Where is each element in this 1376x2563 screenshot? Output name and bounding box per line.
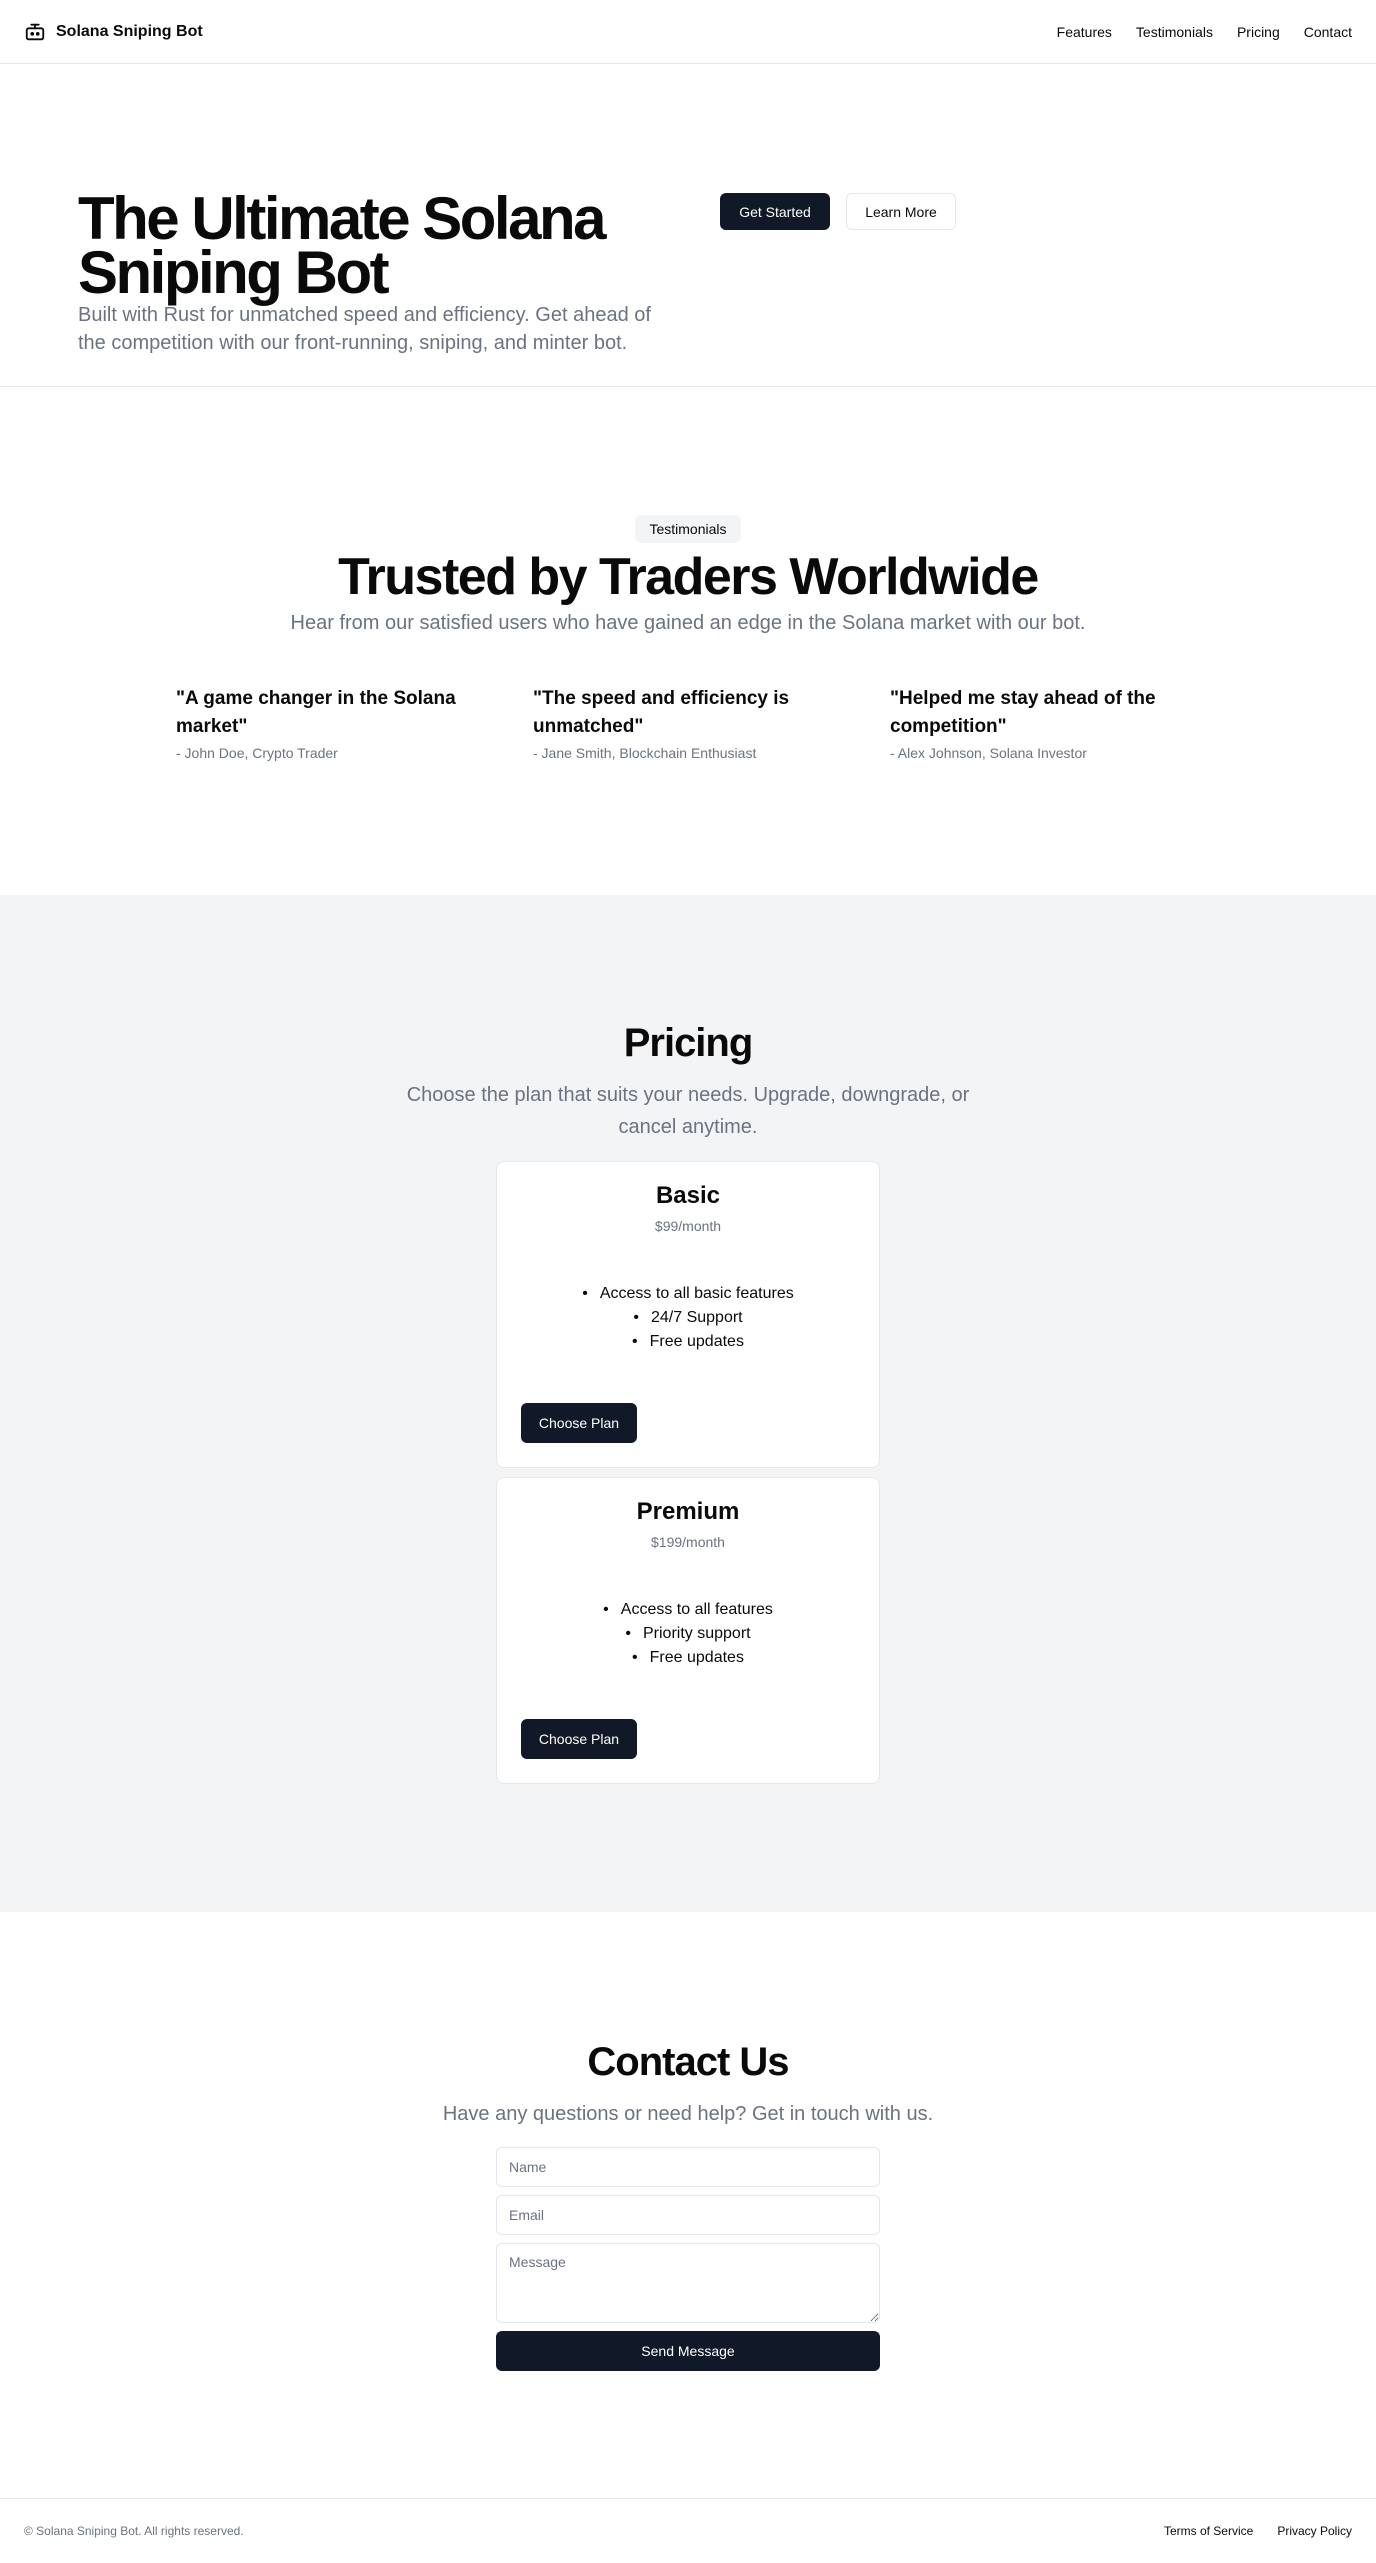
pricing-subtitle: Choose the plan that suits your needs. U… xyxy=(406,1084,970,1138)
testimonial-card: "Helped me stay ahead of the competition… xyxy=(890,685,1200,761)
plan-features: Access to all basic features 24/7 Suppor… xyxy=(497,1282,879,1354)
contact-subtitle: Have any questions or need help? Get in … xyxy=(442,2103,934,2125)
privacy-link[interactable]: Privacy Policy xyxy=(1277,2524,1352,2538)
testimonial-author: - Alex Johnson, Solana Investor xyxy=(890,745,1087,761)
hero-title: The Ultimate Solana Sniping Bot xyxy=(78,185,606,306)
brand[interactable]: Solana Sniping Bot xyxy=(24,21,203,43)
testimonial-card: "The speed and efficiency is unmatched" … xyxy=(533,685,843,761)
pricing-section: Pricing Choose the plan that suits your … xyxy=(0,895,1376,1912)
testimonials-section: Testimonials Trusted by Traders Worldwid… xyxy=(0,387,1376,895)
testimonial-quote: "A game changer in the Solana market" xyxy=(176,688,456,737)
contact-section: Contact Us Have any questions or need he… xyxy=(0,1912,1376,2498)
plan-name: Basic xyxy=(655,1182,721,1209)
hero-section: The Ultimate Solana Sniping Bot Built wi… xyxy=(0,64,1376,387)
plan-feature: Free updates xyxy=(497,1646,879,1670)
message-textarea[interactable] xyxy=(496,2243,880,2323)
testimonials-title: Trusted by Traders Worldwide xyxy=(338,548,1039,606)
main-nav: Features Testimonials Pricing Contact xyxy=(1057,24,1352,40)
testimonials-grid: "A game changer in the Solana market" - … xyxy=(176,685,1200,761)
brand-name: Solana Sniping Bot xyxy=(56,22,203,40)
email-input[interactable] xyxy=(496,2195,880,2235)
site-footer: © Solana Sniping Bot. All rights reserve… xyxy=(0,2498,1376,2563)
testimonial-card: "A game changer in the Solana market" - … xyxy=(176,685,486,761)
name-input[interactable] xyxy=(496,2147,880,2187)
bot-icon xyxy=(24,21,46,43)
testimonials-badge: Testimonials xyxy=(635,515,741,543)
plan-features: Access to all features Priority support … xyxy=(497,1598,879,1670)
plan-feature: 24/7 Support xyxy=(497,1306,879,1330)
choose-premium-plan-button[interactable]: Choose Plan xyxy=(521,1719,637,1759)
nav-features[interactable]: Features xyxy=(1057,24,1112,40)
plan-name: Premium xyxy=(636,1498,740,1525)
nav-pricing[interactable]: Pricing xyxy=(1237,24,1280,40)
plan-price: $99/month xyxy=(654,1218,722,1234)
learn-more-button[interactable]: Learn More xyxy=(846,193,956,230)
get-started-button[interactable]: Get Started xyxy=(720,193,830,230)
plan-price: $199/month xyxy=(651,1534,725,1550)
plan-feature: Access to all features xyxy=(497,1598,879,1622)
testimonial-author: - John Doe, Crypto Trader xyxy=(176,745,338,761)
hero-subtitle: Built with Rust for unmatched speed and … xyxy=(78,304,651,354)
plan-feature: Access to all basic features xyxy=(497,1282,879,1306)
contact-title: Contact Us xyxy=(587,2040,789,2084)
hero-actions: Get Started Learn More xyxy=(720,193,956,230)
footer-copyright: © Solana Sniping Bot. All rights reserve… xyxy=(24,2524,244,2538)
choose-basic-plan-button[interactable]: Choose Plan xyxy=(521,1403,637,1443)
testimonial-author: - Jane Smith, Blockchain Enthusiast xyxy=(533,745,757,761)
footer-links: Terms of Service Privacy Policy xyxy=(1164,2524,1352,2538)
nav-contact[interactable]: Contact xyxy=(1304,24,1352,40)
send-message-button[interactable]: Send Message xyxy=(496,2331,880,2371)
plan-feature: Priority support xyxy=(497,1622,879,1646)
testimonials-subtitle: Hear from our satisfied users who have g… xyxy=(290,612,1086,634)
pricing-title: Pricing xyxy=(623,1021,754,1065)
plan-card-premium: Premium $199/month Access to all feature… xyxy=(496,1477,880,1784)
terms-link[interactable]: Terms of Service xyxy=(1164,2524,1253,2538)
nav-testimonials[interactable]: Testimonials xyxy=(1136,24,1213,40)
plan-card-basic: Basic $99/month Access to all basic feat… xyxy=(496,1161,880,1468)
plan-feature: Free updates xyxy=(497,1330,879,1354)
testimonial-quote: "Helped me stay ahead of the competition… xyxy=(890,688,1156,737)
site-header: Solana Sniping Bot Features Testimonials… xyxy=(0,0,1376,64)
testimonial-quote: "The speed and efficiency is unmatched" xyxy=(533,688,790,737)
